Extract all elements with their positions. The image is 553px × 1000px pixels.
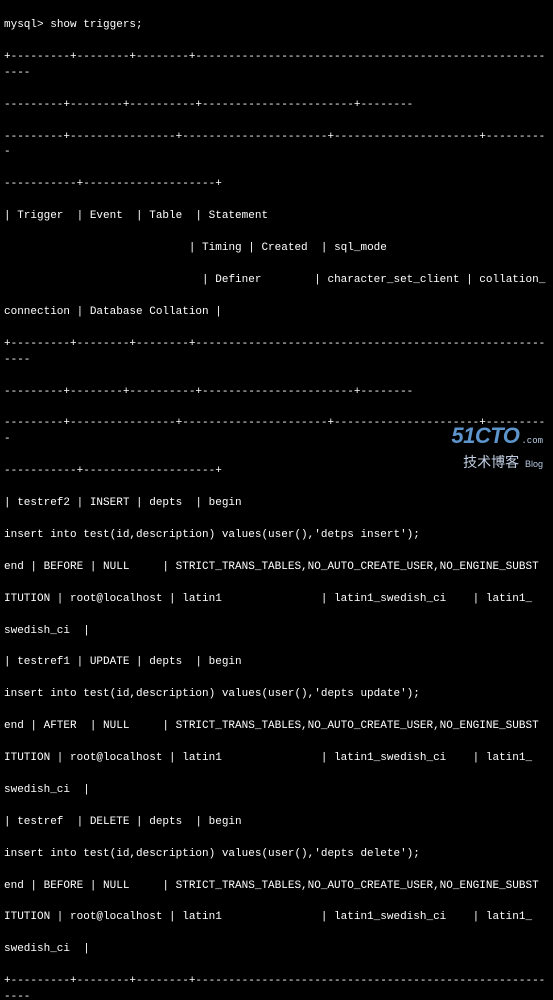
table-border-top4: -----------+--------------------+ xyxy=(4,177,549,193)
table-row: | testref1 | UPDATE | depts | begin xyxy=(4,655,549,671)
table-border-mid4: -----------+--------------------+ xyxy=(4,464,549,480)
table-row: insert into test(id,description) values(… xyxy=(4,847,549,863)
table-row: swedish_ci | xyxy=(4,942,549,958)
table-row: | testref | DELETE | depts | begin xyxy=(4,815,549,831)
table-border-mid3: ---------+----------------+-------------… xyxy=(4,416,549,448)
header-row-3: | Definer | character_set_client | colla… xyxy=(4,273,549,289)
table-row: ITUTION | root@localhost | latin1 | lati… xyxy=(4,592,549,608)
sql-command: show triggers; xyxy=(50,19,142,31)
table-border-top3: ---------+----------------+-------------… xyxy=(4,130,549,162)
table-row: end | BEFORE | NULL | STRICT_TRANS_TABLE… xyxy=(4,879,549,895)
table-border-mid2: ---------+--------+----------+----------… xyxy=(4,385,549,401)
mysql-terminal: mysql> show triggers; +---------+-------… xyxy=(4,2,549,1000)
table-row: swedish_ci | xyxy=(4,624,549,640)
command-line[interactable]: mysql> show triggers; xyxy=(4,18,549,34)
header-row-2: | Timing | Created | sql_mode xyxy=(4,241,549,257)
header-row-1: | Trigger | Event | Table | Statement xyxy=(4,209,549,225)
table-row: ITUTION | root@localhost | latin1 | lati… xyxy=(4,751,549,767)
table-row: | testref2 | INSERT | depts | begin xyxy=(4,496,549,512)
table-border-bottom: +---------+--------+--------+-----------… xyxy=(4,974,549,1000)
table-row: swedish_ci | xyxy=(4,783,549,799)
table-row: end | AFTER | NULL | STRICT_TRANS_TABLES… xyxy=(4,719,549,735)
mysql-prompt: mysql> xyxy=(4,19,44,31)
table-row: insert into test(id,description) values(… xyxy=(4,687,549,703)
table-border-top2: ---------+--------+----------+----------… xyxy=(4,98,549,114)
table-border-mid: +---------+--------+--------+-----------… xyxy=(4,337,549,369)
table-row: end | BEFORE | NULL | STRICT_TRANS_TABLE… xyxy=(4,560,549,576)
table-row: insert into test(id,description) values(… xyxy=(4,528,549,544)
table-row: ITUTION | root@localhost | latin1 | lati… xyxy=(4,910,549,926)
header-row-3b: connection | Database Collation | xyxy=(4,305,549,321)
table-border-top: +---------+--------+--------+-----------… xyxy=(4,50,549,82)
